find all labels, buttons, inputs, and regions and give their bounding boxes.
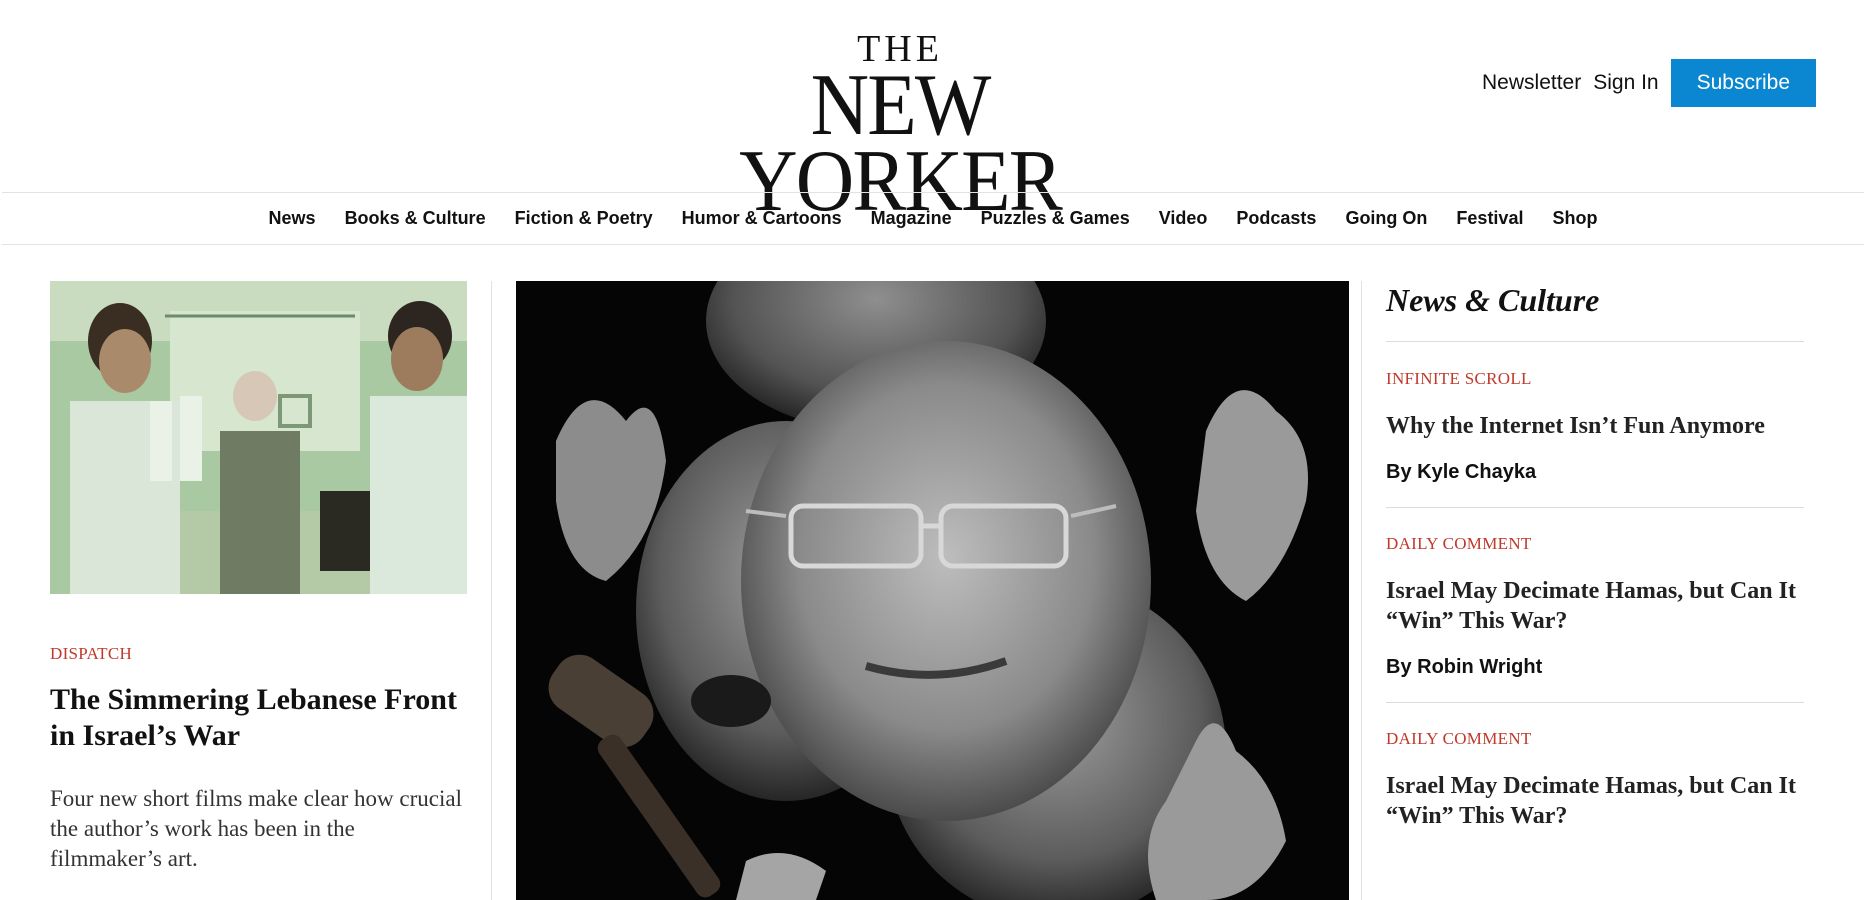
- rail-story-headline[interactable]: Why the Internet Isn’t Fun Anymore: [1386, 411, 1804, 441]
- nav-item-podcasts[interactable]: Podcasts: [1236, 208, 1316, 229]
- top-actions: Newsletter Sign In Subscribe: [1482, 59, 1816, 107]
- subscribe-button[interactable]: Subscribe: [1670, 59, 1816, 107]
- rail-divider: [1386, 341, 1804, 342]
- rail-story-byline[interactable]: By Kyle Chayka: [1386, 461, 1804, 484]
- main-nav: News Books & Culture Fiction & Poetry Hu…: [2, 192, 1864, 245]
- rail-story-headline[interactable]: Israel May Decimate Hamas, but Can It “W…: [1386, 576, 1804, 636]
- rail-story: INFINITE SCROLL Why the Internet Isn’t F…: [1386, 369, 1804, 484]
- left-story-image[interactable]: [50, 281, 467, 594]
- nav-item-video[interactable]: Video: [1159, 208, 1208, 229]
- rail-divider: [1386, 702, 1804, 703]
- rail-divider: [1386, 507, 1804, 508]
- sign-in-link[interactable]: Sign In: [1593, 71, 1658, 95]
- column-divider: [1361, 281, 1362, 900]
- newsletter-link[interactable]: Newsletter: [1482, 71, 1581, 95]
- nav-item-news[interactable]: News: [269, 208, 316, 229]
- left-story: DISPATCH The Simmering Lebanese Front in…: [50, 281, 467, 874]
- news-culture-rail: News & Culture INFINITE SCROLL Why the I…: [1386, 281, 1804, 831]
- nav-item-books-culture[interactable]: Books & Culture: [345, 208, 486, 229]
- film-still-illustration: [50, 281, 467, 594]
- rail-story-rubric[interactable]: INFINITE SCROLL: [1386, 369, 1804, 389]
- nav-item-humor-cartoons[interactable]: Humor & Cartoons: [682, 208, 842, 229]
- masthead: THE NEW YORKER Newsletter Sign In Subscr…: [0, 0, 1876, 226]
- nav-item-going-on[interactable]: Going On: [1345, 208, 1427, 229]
- rail-story-rubric[interactable]: DAILY COMMENT: [1386, 534, 1804, 554]
- rail-title[interactable]: News & Culture: [1386, 282, 1804, 318]
- left-story-dek: Four new short films make clear how cruc…: [50, 786, 462, 871]
- nav-item-festival[interactable]: Festival: [1456, 208, 1523, 229]
- feature-illustration: [516, 281, 1349, 900]
- nav-item-magazine[interactable]: Magazine: [871, 208, 952, 229]
- rail-story-rubric[interactable]: DAILY COMMENT: [1386, 729, 1804, 749]
- rail-story-headline[interactable]: Israel May Decimate Hamas, but Can It “W…: [1386, 771, 1804, 831]
- rail-story-byline[interactable]: By Robin Wright: [1386, 656, 1804, 679]
- nav-item-shop[interactable]: Shop: [1552, 208, 1597, 229]
- nav-item-fiction-poetry[interactable]: Fiction & Poetry: [515, 208, 653, 229]
- feature-image[interactable]: [516, 281, 1349, 900]
- column-divider: [491, 281, 492, 900]
- left-story-rubric[interactable]: DISPATCH: [50, 644, 467, 664]
- left-story-headline[interactable]: The Simmering Lebanese Front in Israel’s…: [50, 682, 467, 754]
- rail-story: DAILY COMMENT Israel May Decimate Hamas,…: [1386, 729, 1804, 831]
- rail-story: DAILY COMMENT Israel May Decimate Hamas,…: [1386, 534, 1804, 679]
- nav-item-puzzles-games[interactable]: Puzzles & Games: [981, 208, 1130, 229]
